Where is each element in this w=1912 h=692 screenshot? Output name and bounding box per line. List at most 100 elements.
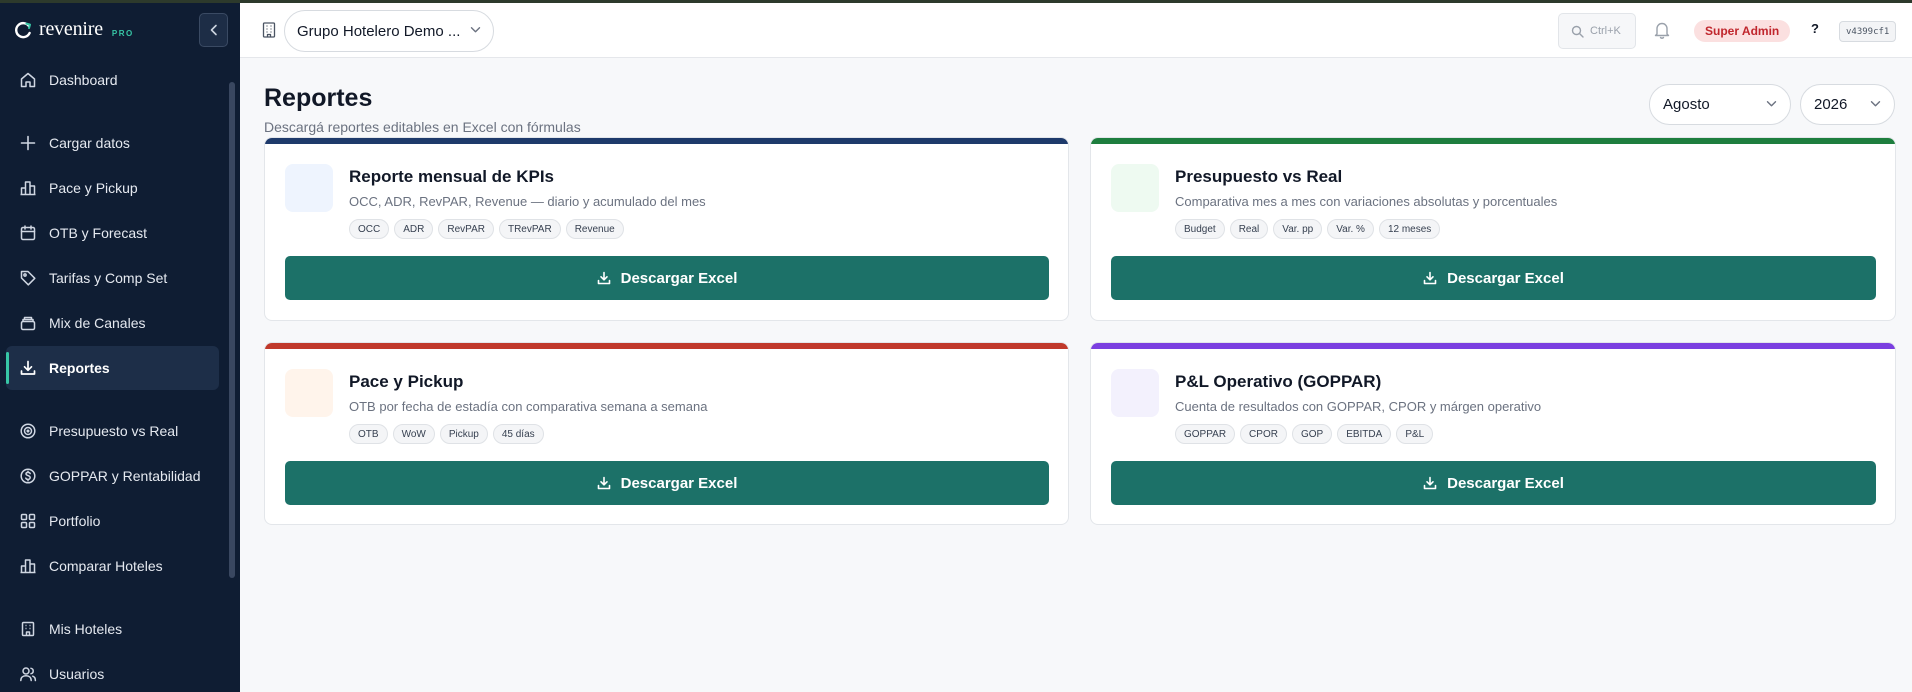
search-button[interactable]: Ctrl+K xyxy=(1558,13,1636,49)
download-icon xyxy=(597,476,610,490)
top-accent-line xyxy=(0,0,1912,3)
sidebar-item-mis-hoteles[interactable]: Mis Hoteles xyxy=(6,607,219,651)
sidebar-item-label: Usuarios xyxy=(49,666,105,682)
sidebar-item-portfolio[interactable]: Portfolio xyxy=(6,499,219,543)
logo-icon xyxy=(15,21,31,38)
report-tag: CPOR xyxy=(1240,424,1287,444)
month-select[interactable]: Agosto xyxy=(1649,84,1791,125)
download-icon xyxy=(1423,476,1437,490)
report-tag: 45 días xyxy=(492,424,544,444)
download-excel-button[interactable]: Descargar Excel xyxy=(285,256,1049,300)
report-description: OCC, ADR, RevPAR, Revenue — diario y acu… xyxy=(349,194,706,209)
plus-icon xyxy=(18,133,38,153)
report-tags: Budget Real Var. pp Var. % 12 meses xyxy=(1175,219,1441,239)
sidebar-item-cargar-datos[interactable]: Cargar datos xyxy=(6,121,219,165)
grid-icon xyxy=(18,511,38,531)
sidebar-scrollbar[interactable] xyxy=(229,82,235,578)
sidebar-item-label: Mis Hoteles xyxy=(49,621,123,637)
year-select-value: 2026 xyxy=(1814,96,1848,113)
download-icon xyxy=(597,271,610,285)
report-tag: OTB xyxy=(349,424,388,444)
report-tag: P&L xyxy=(1396,424,1434,444)
bar-chart-icon xyxy=(18,556,38,576)
version-badge: v4399cf1 xyxy=(1839,21,1897,42)
report-card-kpis: Reporte mensual de KPIs OCC, ADR, RevPAR… xyxy=(264,137,1069,321)
report-description: OTB por fecha de estadía con comparativa… xyxy=(349,399,708,414)
chevron-down-icon xyxy=(470,27,481,33)
sidebar-item-goppar[interactable]: GOPPAR y Rentabilidad xyxy=(6,454,219,498)
bell-icon[interactable] xyxy=(1654,21,1670,39)
sidebar-item-tarifas[interactable]: Tarifas y Comp Set xyxy=(6,256,219,300)
report-tag: RevPAR xyxy=(438,219,494,239)
target-icon xyxy=(18,421,38,441)
card-accent-bar xyxy=(265,343,1068,349)
report-tag: EBITDA xyxy=(1337,424,1392,444)
report-title: Presupuesto vs Real xyxy=(1175,167,1343,186)
report-title: P&L Operativo (GOPPAR) xyxy=(1175,372,1382,391)
hotel-selector-value: Grupo Hotelero Demo ... xyxy=(297,22,461,40)
calendar-icon xyxy=(18,223,38,243)
sidebar-item-comparar-hoteles[interactable]: Comparar Hoteles xyxy=(6,544,219,588)
download-excel-button[interactable]: Descargar Excel xyxy=(1111,256,1876,300)
chevron-down-icon xyxy=(1766,101,1777,107)
sidebar-item-label: Dashboard xyxy=(49,72,118,88)
sidebar-item-usuarios[interactable]: Usuarios xyxy=(6,652,219,692)
building-icon xyxy=(18,619,38,639)
report-tag: Var. % xyxy=(1327,219,1374,239)
report-tag: Var. pp xyxy=(1273,219,1323,239)
card-accent-bar xyxy=(1091,138,1895,144)
brand-name: revenire xyxy=(39,18,103,40)
report-tag: Real xyxy=(1229,219,1269,239)
users-icon xyxy=(18,664,38,684)
sidebar-item-label: GOPPAR y Rentabilidad xyxy=(49,468,201,484)
report-tag: OCC xyxy=(349,219,390,239)
sidebar-item-pace-pickup[interactable]: Pace y Pickup xyxy=(6,166,219,210)
download-excel-button[interactable]: Descargar Excel xyxy=(1111,461,1876,505)
brand[interactable]: revenire PRO xyxy=(14,18,134,41)
year-select[interactable]: 2026 xyxy=(1800,84,1895,125)
dollar-circle-icon xyxy=(18,466,38,486)
building-icon xyxy=(262,22,276,38)
report-tags: OTB WoW Pickup 45 días xyxy=(349,424,544,444)
collapse-sidebar-button[interactable] xyxy=(199,13,228,47)
report-tag: 12 meses xyxy=(1378,219,1441,239)
report-tag: Revenue xyxy=(565,219,624,239)
download-icon xyxy=(1423,271,1437,285)
report-tags: OCC ADR RevPAR TRevPAR Revenue xyxy=(349,219,624,239)
hotel-selector[interactable]: Grupo Hotelero Demo ... xyxy=(284,10,494,52)
download-icon xyxy=(18,358,38,378)
month-select-value: Agosto xyxy=(1663,96,1710,113)
download-button-label: Descargar Excel xyxy=(620,474,738,492)
report-tag: GOPPAR xyxy=(1175,424,1236,444)
sidebar: revenire PRO Dashboard Cargar datos Pace… xyxy=(0,0,240,692)
report-thumbnail xyxy=(285,164,333,212)
download-button-label: Descargar Excel xyxy=(620,269,738,287)
download-excel-button[interactable]: Descargar Excel xyxy=(285,461,1049,505)
report-thumbnail xyxy=(1111,369,1159,417)
chevron-left-icon xyxy=(210,24,217,36)
home-icon xyxy=(18,70,38,90)
sidebar-item-otb-forecast[interactable]: OTB y Forecast xyxy=(6,211,219,255)
card-accent-bar xyxy=(1091,343,1895,349)
chevron-down-icon xyxy=(1870,101,1881,107)
report-title: Pace y Pickup xyxy=(349,372,464,391)
report-description: Cuenta de resultados con GOPPAR, CPOR y … xyxy=(1175,399,1542,414)
report-description: Comparativa mes a mes con variaciones ab… xyxy=(1175,194,1558,209)
sidebar-item-label: Comparar Hoteles xyxy=(49,558,163,574)
report-tag: Budget xyxy=(1175,219,1225,239)
sidebar-item-dashboard[interactable]: Dashboard xyxy=(6,58,219,102)
help-button[interactable]: ? xyxy=(1811,21,1819,36)
report-title: Reporte mensual de KPIs xyxy=(349,167,555,186)
sidebar-item-reportes[interactable]: Reportes xyxy=(6,346,219,390)
report-tag: Pickup xyxy=(439,424,488,444)
report-tag: WoW xyxy=(392,424,435,444)
stack-icon xyxy=(18,313,38,333)
sidebar-item-presupuesto[interactable]: Presupuesto vs Real xyxy=(6,409,219,453)
sidebar-item-mix-canales[interactable]: Mix de Canales xyxy=(6,301,219,345)
report-tags: GOPPAR CPOR GOP EBITDA P&L xyxy=(1175,424,1434,444)
report-tag: ADR xyxy=(394,219,434,239)
sidebar-item-label: Mix de Canales xyxy=(49,315,146,331)
report-card-goppar: P&L Operativo (GOPPAR) Cuenta de resulta… xyxy=(1090,342,1896,525)
sidebar-item-label: OTB y Forecast xyxy=(49,225,148,241)
report-tag: TRevPAR xyxy=(498,219,561,239)
